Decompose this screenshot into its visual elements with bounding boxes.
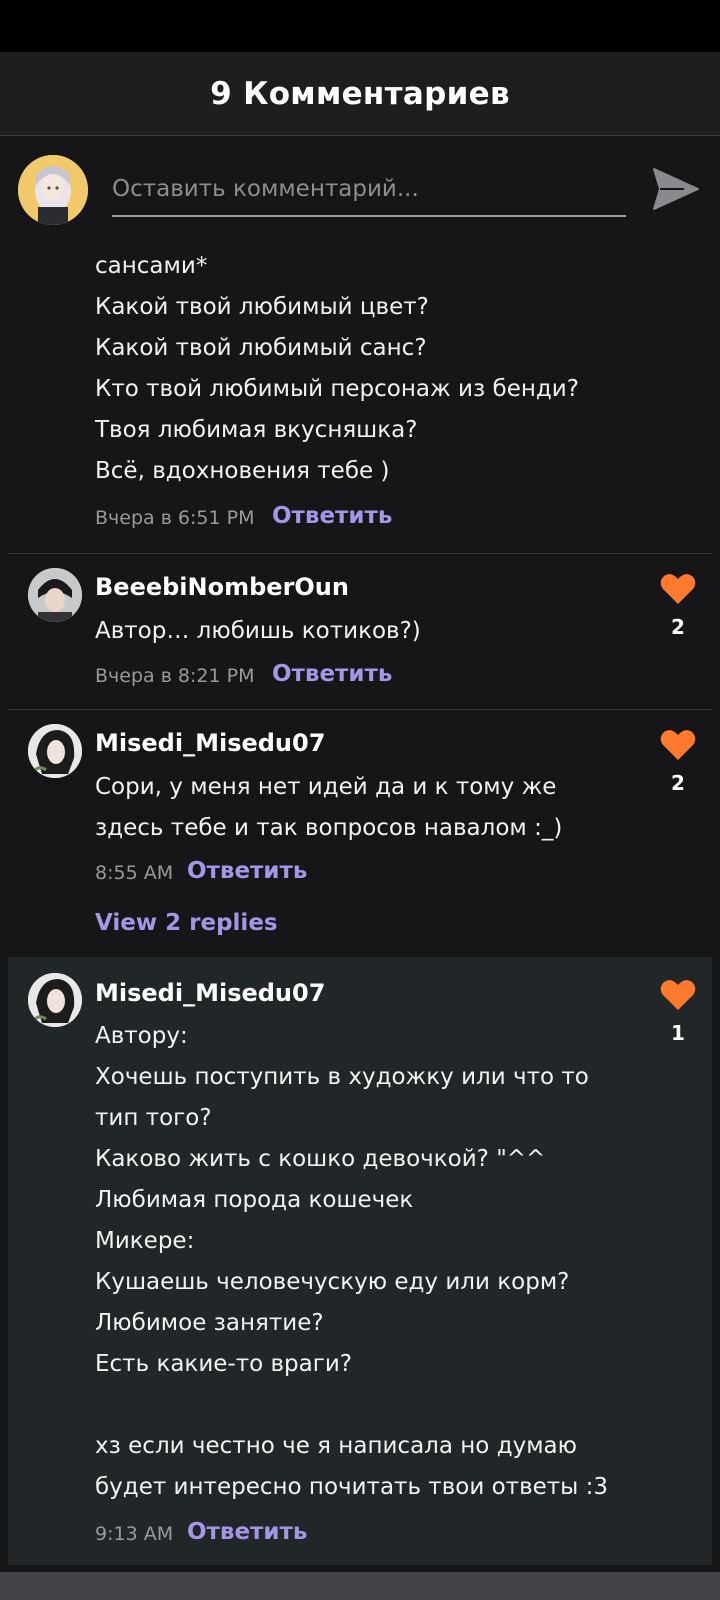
reply-button[interactable]: Ответить [272,503,392,529]
comment-text-line: тип того? [95,1105,212,1131]
commenter-avatar[interactable] [28,568,82,622]
comment-text-line: Автору: [95,1023,188,1049]
comments-header: 9 Комментариев [0,52,720,136]
send-icon[interactable] [650,163,702,215]
status-bar [0,0,720,52]
heart-icon[interactable] [660,729,696,761]
comment-input[interactable] [112,163,626,217]
user-avatar[interactable] [18,155,88,225]
comment-text-line: Есть какие-то враги? [95,1351,352,1377]
comment-text-line: Какой твой любимый цвет? [95,294,429,320]
commenter-avatar[interactable] [28,973,82,1027]
comment-text-line: Микере: [95,1228,195,1254]
divider [8,553,712,554]
comment-text-line: Каково жить с кошко девочкой? "^^ [95,1146,546,1172]
like-count: 1 [671,1021,685,1045]
page-title: 9 Комментариев [210,75,510,112]
comment-text-line: Какой твой любимый санс? [95,335,427,361]
commenter-avatar[interactable] [28,724,82,778]
like-count: 2 [671,615,685,639]
comment-username[interactable]: Misedi_Misedu07 [95,729,325,757]
reply-item: Misedi_Misedu07 Автору: Хочешь поступить… [8,957,712,1565]
reply-button[interactable]: Ответить [187,1519,307,1545]
comment-text-line: Кушаешь человечускую еду или корм? [95,1269,570,1295]
comment-text-line: Любимая порода кошечек [95,1187,414,1213]
comment-text-line: Хочешь поступить в художку или что то [95,1064,589,1090]
heart-icon[interactable] [660,573,696,605]
comment-text-line: Любимое занятие? [95,1310,324,1336]
comment-text-line: Кто твой любимый персонаж из бенди? [95,376,579,402]
comment-text-line: хз если честно че я написала но думаю [95,1433,578,1459]
comment-timestamp: 8:55 AM [95,862,174,884]
comment-composer [0,137,720,237]
reply-button[interactable]: Ответить [272,661,392,687]
like-count: 2 [671,771,685,795]
comment-text-line: будет интересно почитать твои ответы :3 [95,1474,609,1500]
reply-button[interactable]: Ответить [187,858,307,884]
view-replies-link[interactable]: View 2 replies [95,910,278,936]
comment-text-line: Всё, вдохновения тебе ) [95,458,390,484]
divider [8,709,712,710]
comment-timestamp: Вчера в 6:51 PM [95,507,255,529]
comment-username[interactable]: BeeebiNomberOun [95,573,349,601]
comment-username[interactable]: Misedi_Misedu07 [95,979,325,1007]
navigation-bar [0,1572,720,1600]
comment-timestamp: 9:13 AM [95,1523,174,1545]
comment-text-line: здесь тебе и так вопросов навалом :_) [95,815,563,841]
comment-text-line: сансами* [95,253,208,279]
comment-text-line: Твоя любимая вкусняшка? [95,417,418,443]
comment-timestamp: Вчера в 8:21 PM [95,665,255,687]
comment-text-line: Автор… любишь котиков?) [95,618,421,644]
heart-icon[interactable] [660,979,696,1011]
comment-text-line: Сори, у меня нет идей да и к тому же [95,774,557,800]
